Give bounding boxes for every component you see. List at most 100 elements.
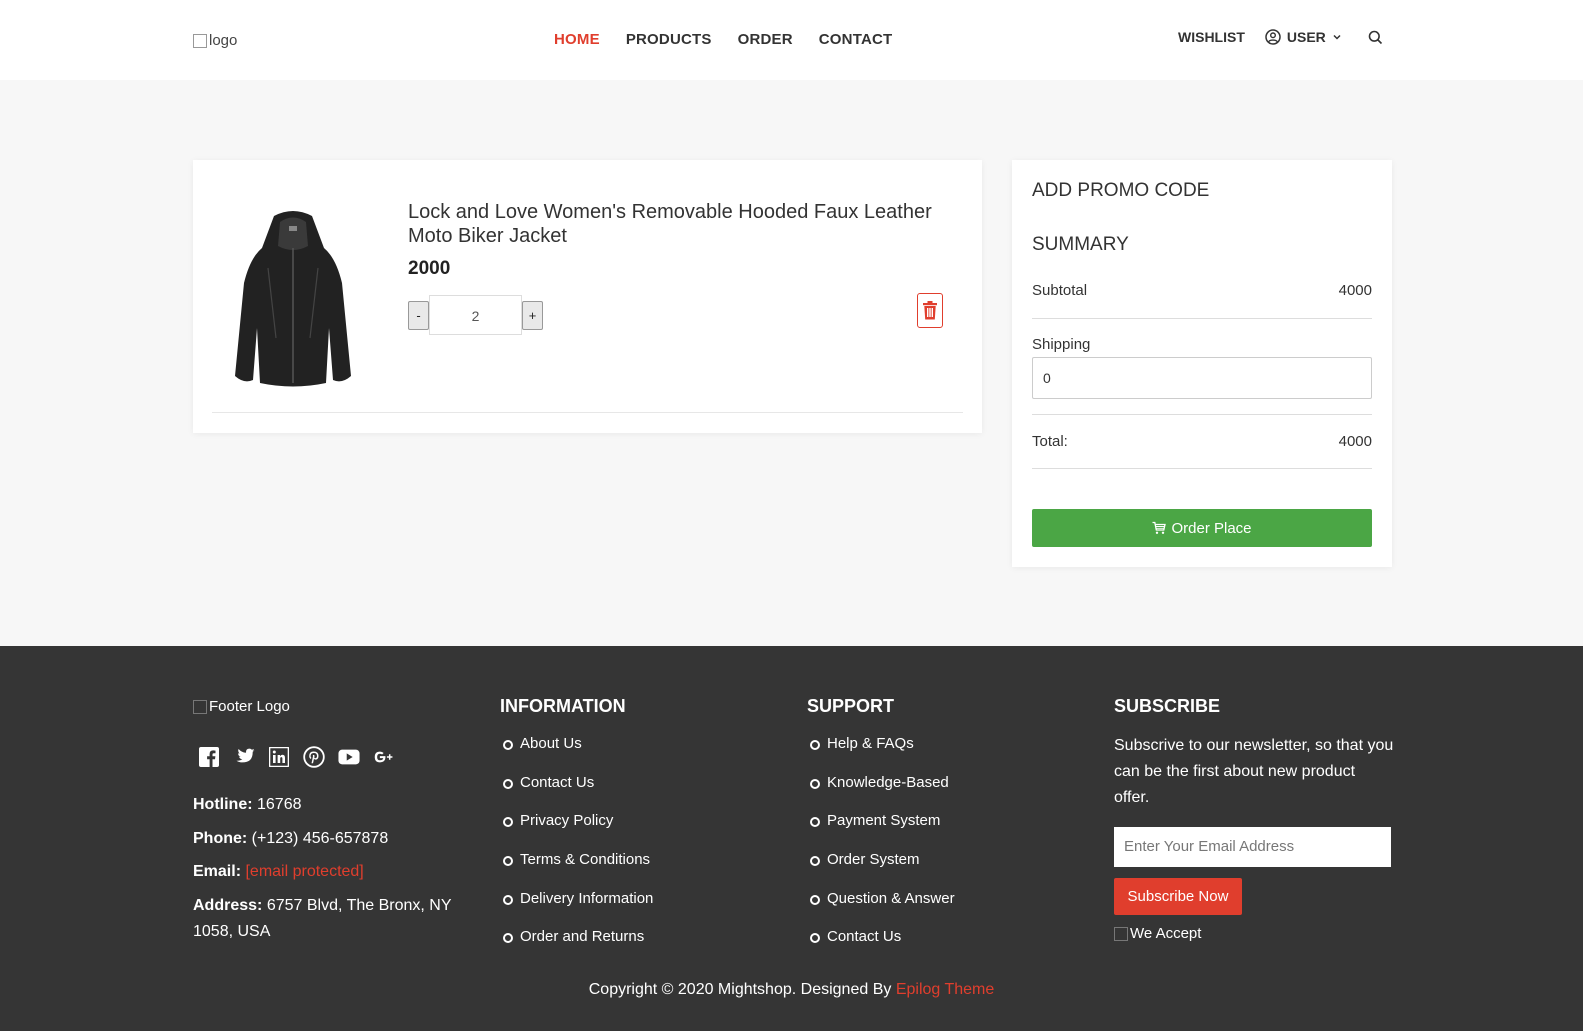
shipping-label: Shipping [1032,336,1091,353]
footer-link-label: Question & Answer [827,889,955,907]
footer-link-payment-system[interactable]: Payment System [810,812,955,851]
footer-link-label: Delivery Information [520,889,654,907]
summary-divider [1032,318,1372,319]
bullet-icon [810,856,820,867]
support-title: SUPPORT [807,696,895,716]
information-links: About Us Contact Us Privacy Policy Terms… [503,735,653,967]
footer-link-returns[interactable]: Order and Returns [503,928,653,967]
user-label: USER [1286,29,1326,45]
bullet-icon [503,817,513,828]
subtotal-label: Subtotal [1032,282,1088,299]
footer-link-label: Privacy Policy [520,812,614,830]
quantity-stepper: - 2 + [408,295,543,335]
shipping-input[interactable]: 0 [1032,357,1372,399]
quantity-input[interactable]: 2 [429,295,522,335]
site-footer: Footer Logo Hotline: 16768 Phone: (+123)… [0,646,1583,1031]
bullet-icon [503,778,513,789]
summary-divider [1032,414,1372,415]
summary-divider [1032,468,1372,469]
chevron-down-icon [1333,34,1341,40]
footer-link-support-contact-us[interactable]: Contact Us [810,928,955,967]
footer-link-label: Order and Returns [520,928,645,946]
address-line: Address: 6757 Blvd, The Bronx, NY 1058, … [193,893,463,945]
promo-code-toggle[interactable]: ADD PROMO CODE [1032,180,1209,202]
footer-link-about-us[interactable]: About Us [503,735,653,774]
bullet-icon [503,894,513,905]
hotline-line: Hotline: 16768 [193,792,302,818]
footer-link-label: Contact Us [827,928,902,946]
total-label: Total: [1032,433,1068,450]
subtotal-value: 4000 [1338,282,1372,299]
nav-home[interactable]: HOME [554,31,600,48]
pinterest-icon[interactable] [303,746,325,768]
phone-line: Phone: (+123) 456-657878 [193,826,388,852]
increase-quantity-button[interactable]: + [522,300,543,330]
information-title: INFORMATION [500,696,626,716]
bullet-icon [810,778,820,789]
site-header: logo HOME PRODUCTS ORDER CONTACT WISHLIS… [0,0,1583,80]
linkedin-icon[interactable] [268,746,290,768]
nav-products[interactable]: PRODUCTS [626,31,712,48]
footer-link-help-faqs[interactable]: Help & FAQs [810,735,955,774]
theme-credit-link[interactable]: Epilog Theme [896,981,994,998]
nav-contact[interactable]: CONTACT [819,31,893,48]
subscribe-text: Subscrive to our newsletter, so that you… [1114,737,1394,806]
footer-logo-alt-text: Footer Logo [209,698,290,715]
subscribe-email-input[interactable]: Enter Your Email Address [1114,827,1391,867]
subscribe-button[interactable]: Subscribe Now [1114,878,1242,915]
broken-image-icon [1114,926,1128,941]
subtotal-row: Subtotal 4000 [1032,282,1372,299]
youtube-icon[interactable] [338,746,360,768]
bullet-icon [810,817,820,828]
wishlist-link[interactable]: WISHLIST [1178,29,1245,45]
product-image[interactable] [218,208,368,388]
cart-icon [1152,521,1167,534]
cart-card: Lock and Love Women's Removable Hooded F… [193,160,982,433]
nav-order[interactable]: ORDER [738,31,793,48]
bullet-icon [810,894,820,905]
footer-link-label: Payment System [827,812,941,830]
hotline-value: 16768 [257,796,302,813]
footer-link-label: Terms & Conditions [520,851,651,869]
decrease-quantity-button[interactable]: - [408,300,429,330]
search-icon[interactable] [1368,30,1383,45]
bullet-icon [810,740,820,750]
summary-card: ADD PROMO CODE SUMMARY Subtotal 4000 Shi… [1012,160,1392,567]
footer-link-order-system[interactable]: Order System [810,851,955,890]
payment-methods-image: We Accept [1114,925,1201,942]
phone-value: (+123) 456-657878 [251,830,389,847]
user-circle-icon [1265,29,1281,45]
trash-icon [923,301,937,320]
product-title[interactable]: Lock and Love Women's Removable Hooded F… [408,200,968,248]
order-place-button[interactable]: Order Place [1032,509,1372,547]
twitter-icon[interactable] [233,746,255,768]
footer-link-label: Help & FAQs [827,735,914,752]
address-label: Address: [193,897,263,914]
email-label: Email: [193,863,242,880]
footer-link-knowledge-based[interactable]: Knowledge-Based [810,774,955,813]
facebook-icon[interactable] [198,746,220,768]
footer-link-privacy-policy[interactable]: Privacy Policy [503,812,653,851]
footer-link-label: About Us [520,735,582,752]
header-actions: WISHLIST USER [1178,29,1383,45]
support-links: Help & FAQs Knowledge-Based Payment Syst… [810,735,955,967]
footer-link-terms[interactable]: Terms & Conditions [503,851,653,890]
footer-link-label: Knowledge-Based [827,773,949,791]
phone-label: Phone: [193,830,248,847]
footer-link-contact-us[interactable]: Contact Us [503,774,653,813]
copyright-text: Copyright © 2020 Mightshop. Designed By [588,981,896,998]
footer-logo[interactable]: Footer Logo [193,698,290,715]
remove-item-button[interactable] [917,293,943,328]
broken-image-icon [193,33,207,48]
broken-image-icon [193,699,207,714]
google-plus-icon[interactable] [373,746,395,768]
footer-link-label: Contact Us [520,773,595,791]
footer-link-question-answer[interactable]: Question & Answer [810,890,955,929]
footer-link-delivery[interactable]: Delivery Information [503,890,653,929]
email-link[interactable]: [email protected] [245,863,363,880]
logo[interactable]: logo [193,32,237,49]
hotline-label: Hotline: [193,796,253,813]
copyright: Copyright © 2020 Mightshop. Designed By … [0,981,1583,999]
user-menu[interactable]: USER [1265,29,1342,45]
footer-link-label: Order System [827,851,920,869]
